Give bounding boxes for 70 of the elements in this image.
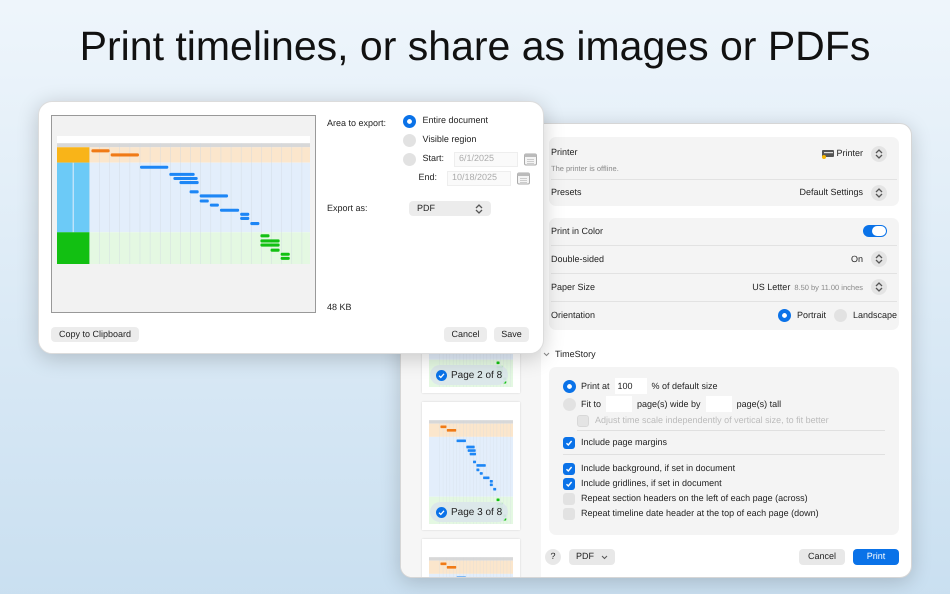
area-label: Area to export:	[327, 117, 388, 130]
up-down-chevron-icon	[875, 149, 883, 159]
section-title: TimeStory	[555, 348, 596, 361]
export-as-label: Export as:	[327, 202, 369, 215]
setting-popup[interactable]: US Letter	[752, 280, 790, 294]
checkbox[interactable]	[563, 462, 575, 475]
option-label: Print at	[581, 380, 610, 392]
radio-button[interactable]	[778, 309, 791, 322]
cancel-button[interactable]: Cancel	[444, 327, 487, 342]
toggle-switch[interactable]	[863, 225, 887, 238]
print-button[interactable]: Print	[853, 549, 899, 565]
page-label[interactable]: Page 3 of 8	[430, 502, 508, 522]
option-label: page(s) wide by	[637, 398, 701, 411]
option-label: Include gridlines, if set in document	[581, 477, 722, 490]
radio-label: Portrait	[796, 309, 826, 322]
pdf-menu-button[interactable]: PDF	[569, 549, 615, 565]
option-label: Repeat timeline date header at the top of each page (down)	[581, 507, 819, 520]
calendar-icon[interactable]	[524, 152, 537, 166]
up-down-chevron-icon	[875, 254, 883, 264]
help-button[interactable]: ?	[545, 549, 561, 565]
radio-label: Entire document	[422, 114, 488, 128]
up-down-chevron-icon	[475, 204, 483, 214]
presets-popup[interactable]: Default Settings	[799, 186, 863, 200]
file-size: 48 KB	[327, 301, 352, 314]
calendar-icon[interactable]	[517, 172, 530, 184]
radio-button[interactable]	[403, 134, 416, 146]
popup-stepper[interactable]	[871, 279, 887, 296]
popup-stepper[interactable]	[871, 251, 887, 268]
setting-label: Print in Color	[551, 224, 604, 238]
radio-button[interactable]	[403, 114, 416, 128]
setting-label: Orientation	[551, 309, 596, 322]
end-label: End:	[418, 171, 437, 184]
option-label: Repeat section headers on the left of each page (across)	[581, 492, 808, 505]
copy-to-clipboard-button[interactable]: Copy to Clipboard	[51, 327, 140, 342]
printer-popup[interactable]: Printer	[836, 147, 863, 161]
radio-label: Start:	[422, 152, 444, 166]
popup-stepper[interactable]	[871, 184, 887, 201]
save-button[interactable]: Save	[494, 327, 529, 342]
page-thumbnail[interactable]: Page 3 of 8	[422, 402, 520, 530]
check-circle-icon	[436, 506, 447, 518]
printer-icon	[822, 149, 834, 159]
radio-label: Landscape	[852, 309, 897, 322]
option-label: % of default size	[652, 380, 718, 392]
setting-popup[interactable]: On	[850, 252, 863, 266]
popup-stepper[interactable]	[871, 146, 887, 162]
cancel-button[interactable]: Cancel	[799, 549, 845, 565]
up-down-chevron-icon	[875, 188, 883, 198]
presets-label: Presets	[551, 186, 582, 199]
chevron-down-icon	[601, 554, 608, 560]
chevron-down-icon[interactable]	[543, 352, 550, 357]
checkbox[interactable]	[563, 478, 575, 490]
option-label: Fit to	[581, 398, 602, 410]
option-label: Include page margins	[581, 436, 668, 449]
radio-button[interactable]	[403, 152, 416, 166]
setting-label: Paper Size	[551, 280, 596, 294]
setting-label: Double-sided	[551, 252, 604, 266]
option-label: Include background, if set in document	[581, 462, 736, 475]
checkbox[interactable]	[563, 436, 575, 449]
radio-button[interactable]	[563, 380, 576, 393]
page-label[interactable]: Page 2 of 8	[430, 365, 508, 385]
check-circle-icon	[436, 370, 447, 380]
printer-label: Printer	[551, 146, 579, 159]
option-label: page(s) tall	[736, 398, 782, 411]
radio-label: Visible region	[422, 133, 476, 146]
option-label: Adjust time scale independently of vertical size, to fit better	[595, 414, 829, 427]
up-down-chevron-icon	[875, 282, 883, 292]
scale-field[interactable]: 100	[614, 378, 647, 394]
checkmark-icon	[565, 438, 573, 447]
format-popup[interactable]: PDF	[409, 201, 491, 216]
headline: Print timelines, or share as images or PDFs	[78, 22, 872, 71]
